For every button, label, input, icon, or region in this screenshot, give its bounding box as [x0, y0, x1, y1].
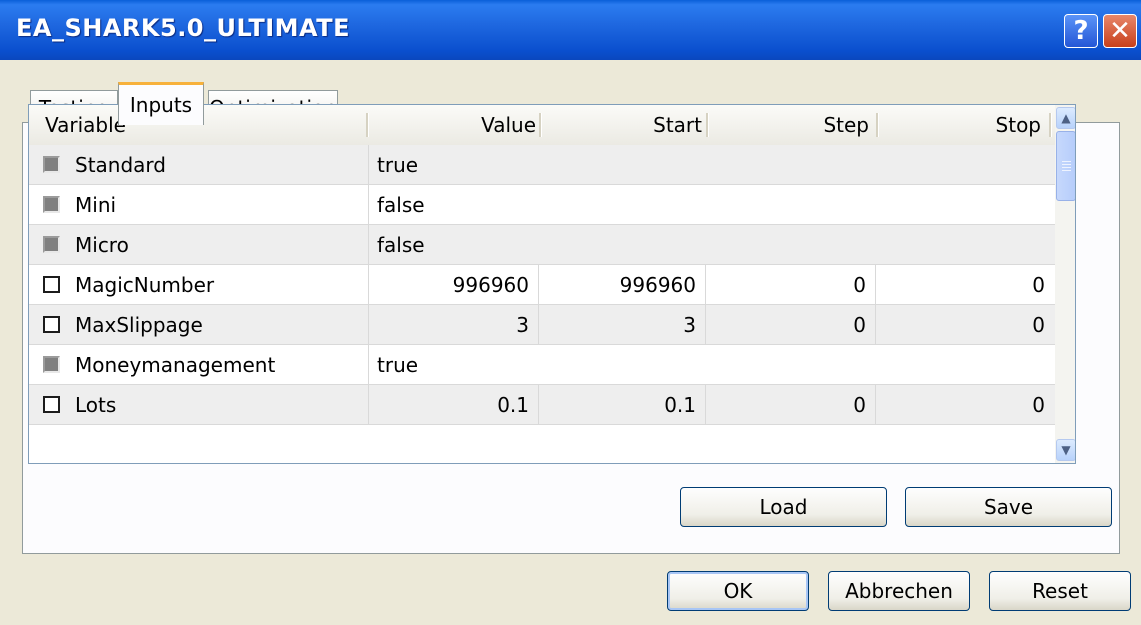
tab-inputs[interactable]: Inputs: [118, 82, 204, 125]
column-header-variable[interactable]: Variable: [45, 105, 365, 145]
variable-name: MagicNumber: [75, 272, 215, 297]
help-icon[interactable]: ?: [1064, 14, 1098, 48]
vertical-scrollbar[interactable]: ▲ ▼: [1055, 105, 1075, 463]
scroll-up-icon[interactable]: ▲: [1056, 107, 1075, 129]
optimize-checkbox: [43, 196, 60, 213]
optimize-checkbox: [43, 156, 60, 173]
save-button[interactable]: Save: [905, 487, 1112, 527]
table-row[interactable]: MaxSlippage 3 3 0 0: [29, 305, 1055, 345]
value-cell[interactable]: true: [377, 345, 1047, 384]
variable-name: Micro: [75, 232, 129, 257]
variable-name: Lots: [75, 392, 117, 417]
value-cell[interactable]: true: [377, 145, 1047, 184]
variable-name: Mini: [75, 192, 117, 217]
optimize-checkbox: [43, 236, 60, 253]
variable-name: MaxSlippage: [75, 312, 203, 337]
column-header-step[interactable]: Step: [709, 105, 869, 145]
close-icon[interactable]: ✕: [1103, 14, 1137, 48]
scroll-down-icon[interactable]: ▼: [1056, 439, 1075, 461]
table-row[interactable]: Standard true: [29, 145, 1055, 185]
column-header-value[interactable]: Value: [369, 105, 536, 145]
value-cell[interactable]: false: [377, 225, 1047, 264]
stop-cell[interactable]: 0: [876, 385, 1055, 424]
title-bar[interactable]: EA_SHARK5.0_ULTIMATE ? ✕: [0, 0, 1141, 60]
step-cell[interactable]: 0: [706, 385, 876, 424]
step-cell[interactable]: 0: [706, 305, 876, 344]
window-title: EA_SHARK5.0_ULTIMATE: [16, 14, 350, 42]
value-cell[interactable]: 996960: [369, 265, 539, 304]
value-cell[interactable]: 0.1: [369, 385, 539, 424]
ok-button[interactable]: OK: [667, 571, 809, 611]
inputs-grid: Variable Value Start Step Stop Standard t…: [28, 104, 1076, 464]
start-cell[interactable]: 996960: [539, 265, 706, 304]
stop-cell[interactable]: 0: [876, 265, 1055, 304]
column-header-stop[interactable]: Stop: [879, 105, 1041, 145]
variable-name: Standard: [75, 152, 166, 177]
table-row[interactable]: Lots 0.1 0.1 0 0: [29, 385, 1055, 425]
column-header-start[interactable]: Start: [542, 105, 702, 145]
variable-name: Moneymanagement: [75, 352, 276, 377]
value-cell[interactable]: 3: [369, 305, 539, 344]
load-button[interactable]: Load: [680, 487, 887, 527]
table-row[interactable]: Mini false: [29, 185, 1055, 225]
table-row[interactable]: Moneymanagement true: [29, 345, 1055, 385]
scroll-thumb[interactable]: [1056, 131, 1075, 201]
optimize-checkbox[interactable]: [43, 396, 60, 413]
start-cell[interactable]: 3: [539, 305, 706, 344]
reset-button[interactable]: Reset: [989, 571, 1131, 611]
optimize-checkbox[interactable]: [43, 276, 60, 293]
stop-cell[interactable]: 0: [876, 305, 1055, 344]
value-cell[interactable]: false: [377, 185, 1047, 224]
start-cell[interactable]: 0.1: [539, 385, 706, 424]
table-row[interactable]: MagicNumber 996960 996960 0 0: [29, 265, 1055, 305]
step-cell[interactable]: 0: [706, 265, 876, 304]
optimize-checkbox[interactable]: [43, 316, 60, 333]
cancel-button[interactable]: Abbrechen: [828, 571, 970, 611]
table-row[interactable]: Micro false: [29, 225, 1055, 265]
optimize-checkbox: [43, 356, 60, 373]
